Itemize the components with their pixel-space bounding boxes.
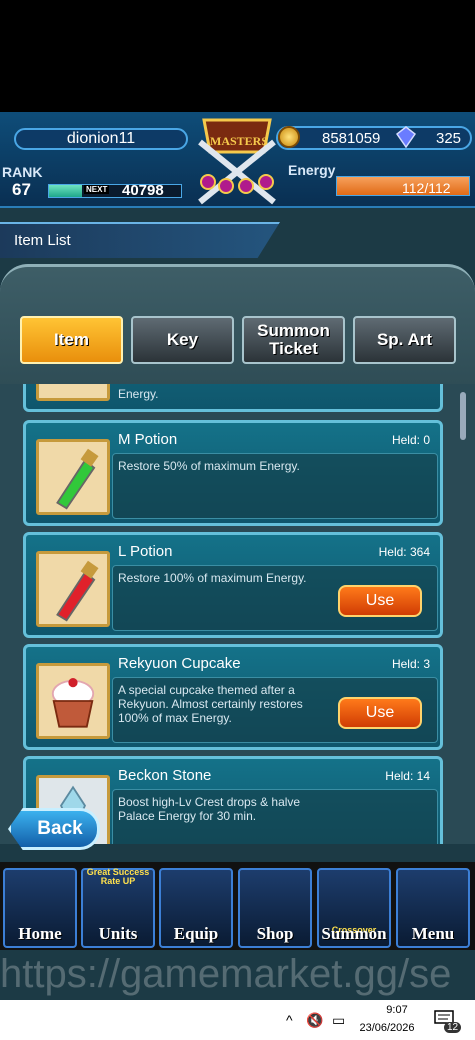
emblem-text: MASTERS (210, 134, 269, 148)
system-taskbar: ^ 🔇 ▭ 9:07 23/06/2026 12 (0, 1000, 475, 1040)
exp-to-next: 40798 (122, 182, 164, 199)
item-held-count: Held: 0 (391, 433, 430, 447)
item-desc: Boost high-Lv Crest drops & halve Palace… (118, 795, 301, 823)
clock-date: 23/06/2026 (359, 1022, 415, 1034)
item-name: Beckon Stone (118, 767, 212, 784)
gold-coin-icon (278, 126, 300, 148)
potion-icon (36, 384, 110, 401)
green-potion-icon (36, 439, 110, 515)
item-name: M Potion (118, 431, 178, 448)
item-held-count: Held: 14 (385, 769, 430, 783)
watermark: https://gamemarket.gg/se (0, 952, 452, 996)
tab-summon-ticket[interactable]: Summon Ticket (242, 316, 345, 364)
cupcake-icon (36, 663, 110, 739)
gem-icon (396, 126, 416, 148)
gem-value: 325 (436, 130, 462, 147)
nav-shop-label: Shop (256, 924, 294, 943)
status-header: dionion11 RANK 67 NEXT 40798 MASTERS 858… (0, 112, 475, 208)
exp-fill (49, 185, 82, 197)
nav-units[interactable]: Great Success Rate UP Units (81, 868, 155, 948)
tab-sp-art[interactable]: Sp. Art (353, 316, 456, 364)
tab-item[interactable]: Item (20, 316, 123, 364)
rank-value: 67 (12, 180, 31, 199)
item-card-rekyuon-cupcake: Rekyuon Cupcake Held: 3 A special cupcak… (23, 644, 443, 750)
item-desc: A special cupcake themed after a Rekyuon… (118, 683, 303, 725)
list-scrollbar[interactable] (460, 392, 466, 440)
item-card-l-potion: L Potion Held: 364 Restore 100% of maxim… (23, 532, 443, 638)
use-button-l-potion[interactable]: Use (338, 585, 422, 617)
gold-value: 8581059 (322, 130, 381, 147)
notification-count: 12 (444, 1022, 462, 1033)
masters-emblem-icon (198, 118, 276, 205)
back-button[interactable]: Back (8, 808, 100, 850)
nav-shop[interactable]: Shop (238, 868, 312, 948)
nav-menu[interactable]: Menu (396, 868, 470, 948)
item-held-count: Held: 364 (378, 545, 430, 559)
item-desc: Energy. (118, 387, 159, 401)
item-desc: Restore 100% of maximum Energy. (118, 571, 307, 585)
energy-value: 112/112 (402, 180, 451, 196)
rank-label: RANK (2, 164, 43, 180)
item-held-count: Held: 3 (391, 657, 430, 671)
nav-units-badge: Great Success Rate UP (86, 867, 150, 886)
item-card-m-potion: M Potion Held: 0 Restore 50% of maximum … (23, 420, 443, 526)
item-card-partial: Energy. (23, 384, 443, 412)
page-title: Item List (14, 232, 71, 249)
game-screen: dionion11 RANK 67 NEXT 40798 MASTERS 858… (0, 112, 475, 1000)
network-icon[interactable]: ▭ (332, 1012, 345, 1029)
item-name: L Potion (118, 543, 173, 560)
nav-equip-label: Equip (173, 924, 219, 943)
nav-home[interactable]: Home (3, 868, 77, 948)
use-button-rekyuon-cupcake[interactable]: Use (338, 697, 422, 729)
next-label: NEXT (84, 185, 110, 194)
chevron-up-icon[interactable]: ^ (286, 1012, 293, 1028)
item-desc: Restore 50% of maximum Energy. (118, 459, 300, 473)
item-list[interactable]: Energy. M Potion Held: 0 Restore 50% of … (0, 384, 475, 844)
volume-muted-icon[interactable]: 🔇 (306, 1012, 323, 1029)
nav-home-label: Home (18, 924, 62, 943)
nav-summon-label: Summon (321, 924, 387, 943)
energy-label: Energy (288, 162, 336, 178)
item-name: Rekyuon Cupcake (118, 655, 241, 672)
nav-summon[interactable]: Crossover Summon (317, 868, 391, 948)
nav-equip[interactable]: Equip (159, 868, 233, 948)
username-plate: dionion11 (14, 128, 188, 150)
red-potion-icon (36, 551, 110, 627)
nav-menu-label: Menu (411, 924, 455, 943)
clock-time: 9:07 (386, 1004, 408, 1016)
tab-key[interactable]: Key (131, 316, 234, 364)
nav-units-label: Units (98, 924, 138, 943)
